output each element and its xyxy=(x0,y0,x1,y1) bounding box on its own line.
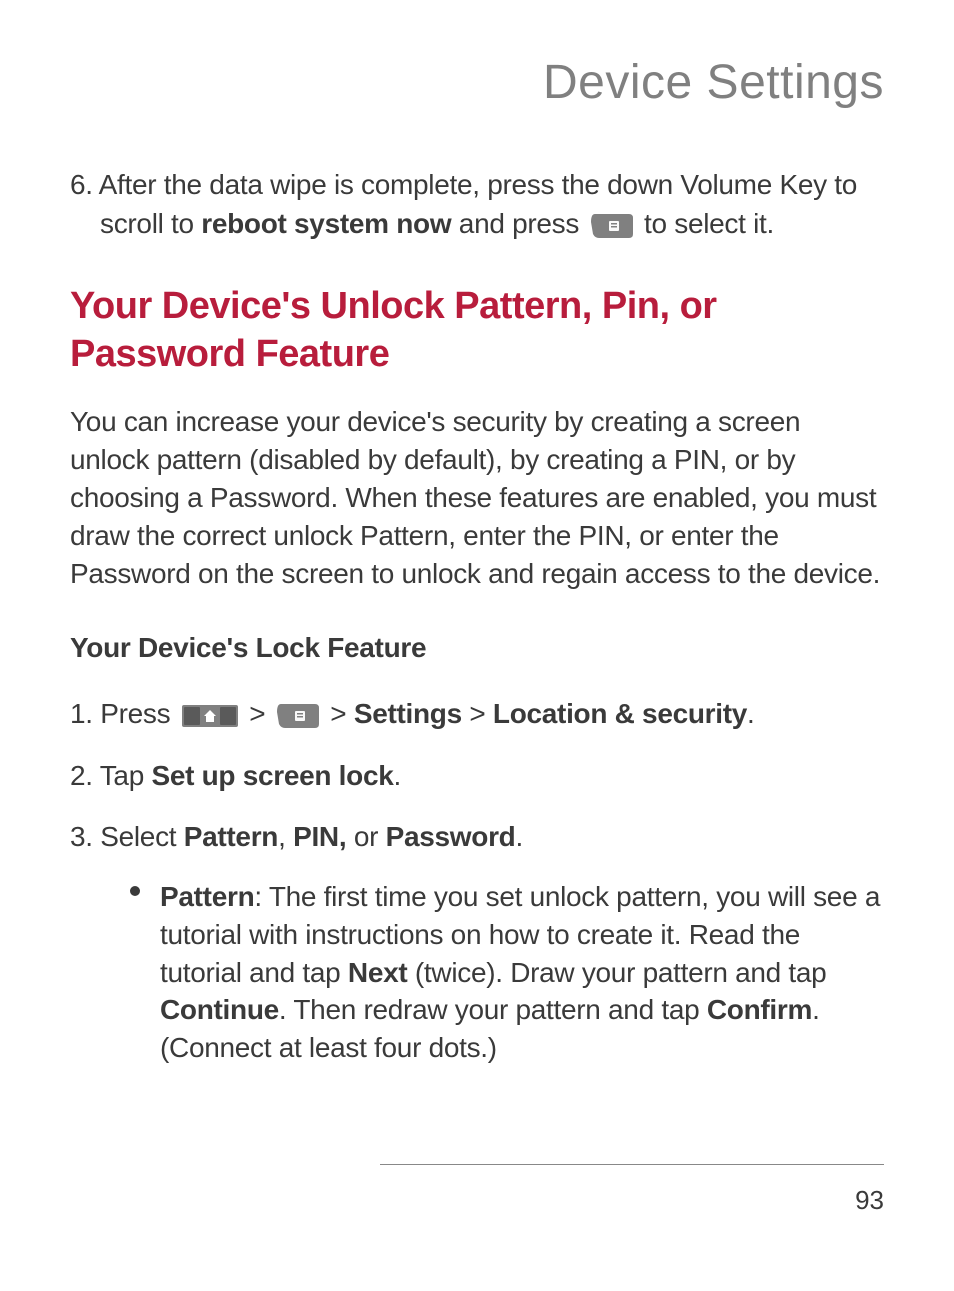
section-intro: You can increase your device's security … xyxy=(70,403,884,592)
step3-end: . xyxy=(516,821,523,852)
step3-c1: , xyxy=(278,821,293,852)
home-key-icon xyxy=(182,705,238,727)
confirm-text: Confirm xyxy=(707,994,812,1025)
step1-sep1: > xyxy=(249,698,273,729)
page-footer: 93 xyxy=(380,1164,884,1216)
step3-prefix: 3. Select xyxy=(70,821,184,852)
step1-prefix: 1. Press xyxy=(70,698,178,729)
next-text: Next xyxy=(348,957,408,988)
password-text: Password xyxy=(386,821,516,852)
footer-divider xyxy=(380,1164,884,1165)
step2-end: . xyxy=(394,760,401,791)
step1-sep3: > xyxy=(469,698,493,729)
step6-line2-suffix: to select it. xyxy=(644,208,774,239)
step1-sep2: > xyxy=(330,698,354,729)
pattern-bullet: Pattern: The first time you set unlock p… xyxy=(130,878,884,1067)
reboot-system-now-text: reboot system now xyxy=(201,208,451,239)
settings-text: Settings xyxy=(354,698,462,729)
page-number: 93 xyxy=(380,1185,884,1216)
bullet-t2: (twice). Draw your pattern and tap xyxy=(407,957,826,988)
step6-line1: 6. After the data wipe is complete, pres… xyxy=(70,169,857,200)
bullet-pattern-label: Pattern xyxy=(160,881,254,912)
step2-prefix: 2. Tap xyxy=(70,760,151,791)
section-heading: Your Device's Unlock Pattern, Pin, or Pa… xyxy=(70,283,884,378)
step1-end: . xyxy=(747,698,754,729)
manual-page: Device Settings 6. After the data wipe i… xyxy=(0,0,954,1291)
bullet-t3: . Then redraw your pattern and tap xyxy=(279,994,707,1025)
setup-screen-lock-text: Set up screen lock xyxy=(151,760,393,791)
location-security-text: Location & security xyxy=(493,698,747,729)
pattern-text: Pattern xyxy=(184,821,278,852)
menu-key-icon xyxy=(591,214,633,238)
step6-line2-prefix: scroll to xyxy=(100,208,201,239)
menu-key-icon-2 xyxy=(277,704,319,728)
step3-c2: or xyxy=(346,821,385,852)
step-6-text: 6. After the data wipe is complete, pres… xyxy=(70,165,884,243)
step6-line2-mid: and press xyxy=(451,208,586,239)
step-1: 1. Press > > Settings > Location & secur… xyxy=(70,694,884,733)
bullet-dot-icon xyxy=(130,886,140,896)
step-2: 2. Tap Set up screen lock. xyxy=(70,756,884,795)
page-title: Device Settings xyxy=(70,55,884,110)
continue-text: Continue xyxy=(160,994,279,1025)
sub-heading-lock-feature: Your Device's Lock Feature xyxy=(70,632,884,664)
step-3: 3. Select Pattern, PIN, or Password. xyxy=(70,817,884,856)
pin-text: PIN, xyxy=(293,821,346,852)
